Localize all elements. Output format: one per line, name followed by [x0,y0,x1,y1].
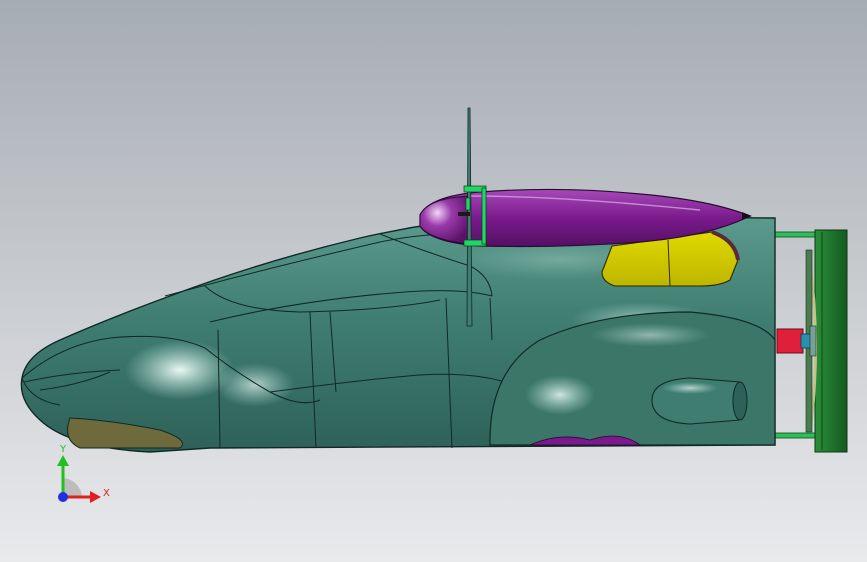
model-view[interactable]: Y X [0,0,867,562]
propeller-hub[interactable] [776,325,817,357]
z-axis-dot [58,492,68,502]
graphics-viewport[interactable]: Y X [0,0,867,562]
y-axis-label: Y [59,444,67,455]
exhaust-pod[interactable] [651,377,748,425]
x-axis-label: X [103,488,110,499]
